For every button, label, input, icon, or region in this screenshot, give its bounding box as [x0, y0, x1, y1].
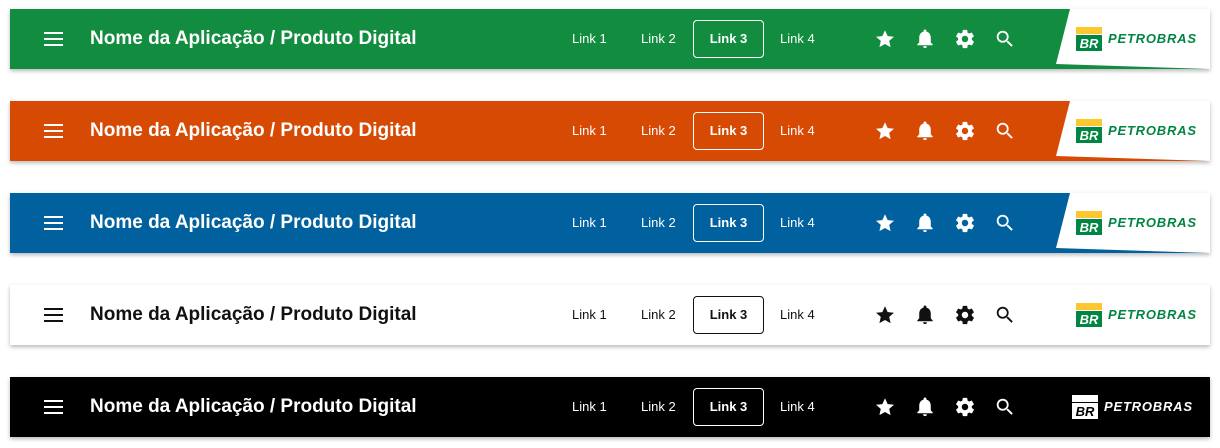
svg-text:BR: BR [1076, 404, 1095, 419]
petrobras-logo: BR PETROBRAS [1056, 101, 1210, 161]
menu-icon[interactable] [44, 214, 64, 232]
bell-icon[interactable] [914, 396, 936, 418]
star-icon[interactable] [874, 120, 896, 142]
petrobras-logo: BR PETROBRAS [1056, 285, 1210, 345]
app-header-orange: Nome da Aplicação / Produto Digital Link… [10, 101, 1210, 161]
star-icon[interactable] [874, 212, 896, 234]
app-header-white: Nome da Aplicação / Produto Digital Link… [10, 285, 1210, 345]
petrobras-logo: BR PETROBRAS [1060, 377, 1214, 437]
app-title: Nome da Aplicação / Produto Digital [90, 396, 417, 417]
nav-link-3-active[interactable]: Link 3 [693, 296, 764, 334]
petrobras-logo: BR PETROBRAS [1056, 9, 1210, 69]
gear-icon[interactable] [954, 28, 976, 50]
petrobras-wordmark: PETROBRAS [1108, 215, 1197, 230]
app-header-blue: Nome da Aplicação / Produto Digital Link… [10, 193, 1210, 253]
nav-link-4[interactable]: Link 4 [780, 193, 815, 253]
search-icon[interactable] [994, 28, 1016, 50]
nav-link-4[interactable]: Link 4 [780, 9, 815, 69]
petrobras-wordmark: PETROBRAS [1104, 399, 1193, 414]
menu-icon[interactable] [44, 30, 64, 48]
nav-link-4[interactable]: Link 4 [780, 285, 815, 345]
app-header-green: Nome da Aplicação / Produto Digital Link… [10, 9, 1210, 69]
nav-link-4[interactable]: Link 4 [780, 101, 815, 161]
bell-icon[interactable] [914, 28, 936, 50]
petrobras-wordmark: PETROBRAS [1108, 307, 1197, 322]
nav-link-3-active[interactable]: Link 3 [693, 204, 764, 242]
star-icon[interactable] [874, 304, 896, 326]
svg-text:BR: BR [1080, 312, 1099, 327]
gear-icon[interactable] [954, 212, 976, 234]
nav-link-2[interactable]: Link 2 [641, 193, 676, 253]
nav-link-4[interactable]: Link 4 [780, 377, 815, 437]
nav-link-2[interactable]: Link 2 [641, 377, 676, 437]
nav-link-3-active[interactable]: Link 3 [693, 112, 764, 150]
app-header-black: Nome da Aplicação / Produto Digital Link… [10, 377, 1210, 437]
gear-icon[interactable] [954, 396, 976, 418]
app-title: Nome da Aplicação / Produto Digital [90, 28, 417, 49]
nav-link-2[interactable]: Link 2 [641, 9, 676, 69]
br-logo-mark: BR [1076, 211, 1102, 235]
search-icon[interactable] [994, 212, 1016, 234]
app-title: Nome da Aplicação / Produto Digital [90, 212, 417, 233]
nav-link-1[interactable]: Link 1 [572, 9, 607, 69]
menu-icon[interactable] [44, 306, 64, 324]
bell-icon[interactable] [914, 120, 936, 142]
petrobras-wordmark: PETROBRAS [1108, 31, 1197, 46]
svg-text:BR: BR [1080, 36, 1099, 51]
app-title: Nome da Aplicação / Produto Digital [90, 304, 417, 325]
search-icon[interactable] [994, 304, 1016, 326]
nav-link-3-active[interactable]: Link 3 [693, 20, 764, 58]
nav-link-2[interactable]: Link 2 [641, 101, 676, 161]
petrobras-wordmark: PETROBRAS [1108, 123, 1197, 138]
search-icon[interactable] [994, 396, 1016, 418]
petrobras-logo: BR PETROBRAS [1056, 193, 1210, 253]
nav-link-1[interactable]: Link 1 [572, 285, 607, 345]
app-title: Nome da Aplicação / Produto Digital [90, 120, 417, 141]
gear-icon[interactable] [954, 304, 976, 326]
search-icon[interactable] [994, 120, 1016, 142]
br-logo-mark: BR [1076, 27, 1102, 51]
nav-link-1[interactable]: Link 1 [572, 193, 607, 253]
svg-text:BR: BR [1080, 220, 1099, 235]
star-icon[interactable] [874, 28, 896, 50]
menu-icon[interactable] [44, 122, 64, 140]
nav-link-2[interactable]: Link 2 [641, 285, 676, 345]
br-logo-mark: BR [1076, 119, 1102, 143]
nav-link-1[interactable]: Link 1 [572, 377, 607, 437]
gear-icon[interactable] [954, 120, 976, 142]
star-icon[interactable] [874, 396, 896, 418]
bell-icon[interactable] [914, 212, 936, 234]
nav-link-1[interactable]: Link 1 [572, 101, 607, 161]
br-logo-mark: BR [1072, 395, 1098, 419]
bell-icon[interactable] [914, 304, 936, 326]
nav-link-3-active[interactable]: Link 3 [693, 388, 764, 426]
br-logo-mark: BR [1076, 303, 1102, 327]
svg-text:BR: BR [1080, 128, 1099, 143]
menu-icon[interactable] [44, 398, 64, 416]
